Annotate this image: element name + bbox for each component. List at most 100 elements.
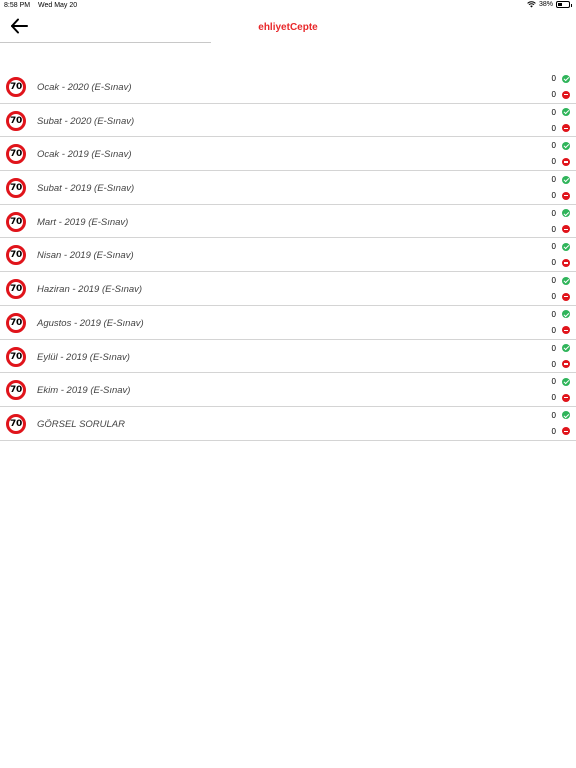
speed-limit-sign-icon: 70	[6, 380, 26, 401]
sign-text: 70	[10, 250, 22, 261]
check-icon	[562, 141, 570, 150]
exam-label: Haziran - 2019 (E-Sınav)	[37, 284, 143, 296]
list-item[interactable]: 70 Subat - 2020 (E-Sınav) 0 0	[0, 104, 576, 138]
exam-label: GÖRSEL SORULAR	[37, 418, 125, 430]
wrong-count-value: 0	[551, 359, 556, 369]
speed-limit-sign-icon: 70	[6, 211, 26, 232]
status-indicators: 38%	[527, 1, 572, 8]
page-title: ehliyetCepte	[258, 22, 318, 33]
speed-limit-sign-icon: 70	[6, 245, 26, 266]
correct-count: 0	[552, 175, 570, 184]
check-icon	[562, 209, 570, 218]
exam-label: Agustos - 2019 (E-Sınav)	[37, 317, 144, 329]
speed-limit-sign-icon: 70	[6, 413, 26, 434]
check-icon	[562, 411, 570, 420]
list-item[interactable]: 70 Eylül - 2019 (E-Sınav) 0 0	[0, 340, 576, 374]
wrong-count: 0	[552, 124, 570, 133]
battery-percent: 38%	[538, 1, 553, 8]
correct-count: 0	[552, 209, 570, 218]
wrong-count-value: 0	[551, 157, 556, 167]
correct-count: 0	[552, 74, 570, 83]
correct-count: 0	[552, 344, 570, 353]
status-bar: 8:58 PM Wed May 20 38%	[0, 0, 576, 12]
list-item[interactable]: 70 Mart - 2019 (E-Sınav) 0 0	[0, 205, 576, 239]
check-icon	[562, 108, 570, 117]
status-date: Wed May 20	[38, 2, 78, 9]
wrong-count: 0	[552, 90, 570, 99]
list-item[interactable]: 70 Ocak - 2020 (E-Sınav) 0 0	[0, 70, 576, 104]
speed-limit-sign-icon: 70	[6, 346, 26, 367]
exam-label: Ocak - 2019 (E-Sınav)	[37, 149, 132, 161]
status-time: 8:58 PM	[4, 2, 31, 9]
list-item[interactable]: 70 Nisan - 2019 (E-Sınav) 0 0	[0, 238, 576, 273]
wrong-count: 0	[552, 360, 570, 369]
correct-count-value: 0	[551, 343, 556, 353]
sign-text: 70	[10, 216, 22, 227]
wrong-count: 0	[552, 427, 570, 436]
exam-label: Ekim - 2019 (E-Sınav)	[37, 385, 131, 397]
list-item[interactable]: 70 Ekim - 2019 (E-Sınav) 0 0	[0, 373, 576, 407]
minus-icon	[562, 157, 570, 166]
wifi-icon	[527, 1, 536, 8]
check-icon	[562, 242, 570, 251]
correct-count-value: 0	[551, 141, 556, 151]
check-icon	[562, 175, 570, 184]
correct-count-value: 0	[551, 276, 556, 286]
correct-count: 0	[552, 411, 570, 420]
speed-limit-sign-icon: 70	[6, 312, 26, 333]
minus-icon	[562, 292, 570, 301]
correct-count-value: 0	[551, 208, 556, 218]
wrong-count: 0	[552, 292, 570, 301]
correct-count-value: 0	[551, 377, 556, 387]
wrong-count-value: 0	[551, 292, 556, 302]
wrong-count: 0	[552, 157, 570, 166]
check-icon	[562, 344, 570, 352]
sign-text: 70	[10, 149, 22, 160]
wrong-count-value: 0	[551, 393, 556, 403]
correct-count: 0	[552, 276, 570, 285]
exam-label: Nisan - 2019 (E-Sınav)	[37, 250, 134, 262]
battery-icon	[556, 1, 572, 8]
list-item[interactable]: 70 Haziran - 2019 (E-Sınav) 0 0	[0, 272, 576, 306]
sign-text: 70	[10, 115, 22, 126]
exam-label: Mart - 2019 (E-Sınav)	[37, 216, 129, 228]
speed-limit-sign-icon: 70	[6, 77, 26, 97]
correct-count: 0	[552, 108, 570, 117]
list-item[interactable]: 70 Agustos - 2019 (E-Sınav) 0 0	[0, 306, 576, 340]
exam-label: Subat - 2020 (E-Sınav)	[37, 115, 135, 127]
check-icon	[562, 310, 570, 319]
list-item[interactable]: 70 Subat - 2019 (E-Sınav) 0 0	[0, 171, 576, 205]
correct-count-value: 0	[551, 74, 556, 83]
check-icon	[562, 276, 570, 285]
wrong-count-value: 0	[551, 123, 556, 133]
correct-count-value: 0	[551, 242, 556, 252]
minus-icon	[562, 124, 570, 133]
exam-list: 70 Ocak - 2020 (E-Sınav) 0 0 70 Subat - …	[0, 70, 576, 441]
exam-label: Eylül - 2019 (E-Sınav)	[37, 351, 130, 363]
correct-count: 0	[552, 310, 570, 319]
sign-text: 70	[10, 351, 22, 362]
speed-limit-sign-icon: 70	[6, 279, 26, 300]
correct-count-value: 0	[551, 175, 556, 185]
wrong-count-value: 0	[551, 224, 556, 234]
correct-count-value: 0	[551, 107, 556, 117]
minus-icon	[562, 90, 570, 99]
speed-limit-sign-icon: 70	[6, 178, 26, 199]
minus-icon	[562, 393, 570, 402]
nav-divider	[0, 42, 211, 43]
list-item[interactable]: 70 Ocak - 2019 (E-Sınav) 0 0	[0, 137, 576, 172]
speed-limit-sign-icon: 70	[6, 110, 26, 131]
correct-count: 0	[552, 242, 570, 251]
wrong-count: 0	[552, 393, 570, 402]
wrong-count-value: 0	[551, 191, 556, 201]
correct-count-value: 0	[551, 410, 556, 420]
minus-icon	[562, 427, 570, 436]
correct-count: 0	[552, 141, 570, 150]
wrong-count-value: 0	[551, 325, 556, 335]
sign-text: 70	[10, 385, 22, 396]
battery-fill	[558, 3, 562, 6]
minus-icon	[562, 326, 570, 335]
correct-count-value: 0	[551, 309, 556, 319]
list-item[interactable]: 70 GÖRSEL SORULAR 0 0	[0, 407, 576, 441]
wrong-count: 0	[552, 191, 570, 200]
